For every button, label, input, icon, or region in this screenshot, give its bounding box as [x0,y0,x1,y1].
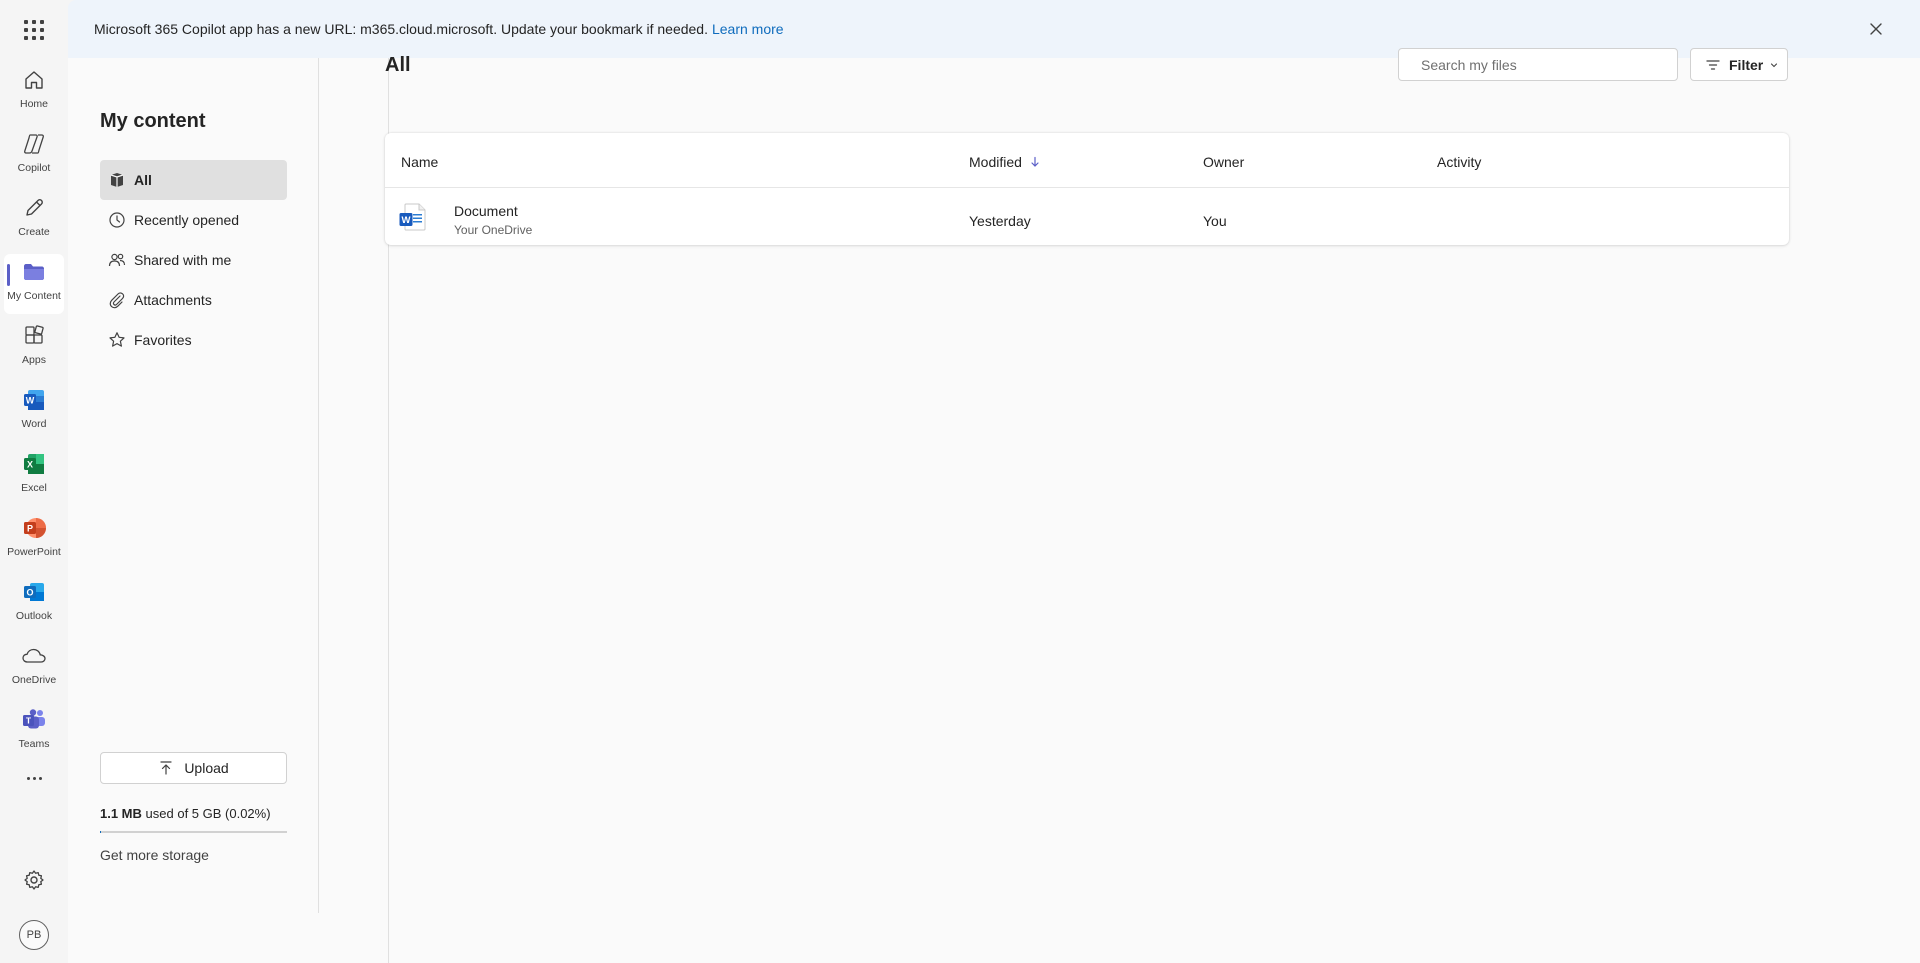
svg-text:P: P [27,524,33,534]
content-nav: My content All Recently opened Shared wi… [68,58,319,913]
column-header-activity[interactable]: Activity [1437,154,1481,170]
column-header-label: Modified [969,154,1022,170]
all-files-icon [108,171,126,189]
upload-label: Upload [184,760,229,776]
storage-usage: 1.1 MB used of 5 GB (0.02%) [100,806,271,821]
column-header-label: Owner [1203,154,1245,170]
rail-item-label: Copilot [17,162,51,174]
rail-item-outlook[interactable]: O Outlook [0,574,68,634]
column-header-modified[interactable]: Modified [969,154,1040,170]
nav-item-favorites[interactable]: Favorites [100,320,287,360]
rail-item-teams[interactable]: T Teams [0,702,68,762]
more-apps-icon[interactable] [0,766,68,790]
rail-item-label: PowerPoint [7,546,61,558]
storage-progress-fill [100,831,101,833]
folder-icon [20,258,48,286]
page-title: All [385,54,411,76]
rail-item-create[interactable]: Create [0,190,68,250]
nav-item-label: Shared with me [134,252,232,268]
storage-used: 1.1 MB [100,806,142,821]
search-input[interactable] [1398,48,1678,81]
column-header-label: Name [401,154,439,170]
rail-item-label: Excel [21,482,47,494]
app-rail: Home Copilot Create My Content Apps W Wo… [0,0,68,963]
files-table: Name Modified Owner Activity W Document … [385,133,1789,245]
nav-item-label: Favorites [134,332,192,348]
outlook-icon: O [20,578,48,606]
nav-item-label: All [134,172,152,188]
pen-icon [20,194,48,222]
svg-text:O: O [26,588,33,598]
get-more-storage-link[interactable]: Get more storage [100,847,209,863]
nav-title: My content [100,110,206,132]
star-icon [108,331,126,349]
svg-text:W: W [402,215,411,226]
column-header-owner[interactable]: Owner [1203,154,1244,170]
rail-item-my-content[interactable]: My Content [4,254,64,314]
nav-item-recently-opened[interactable]: Recently opened [100,200,287,240]
teams-icon: T [20,706,48,734]
filter-button[interactable]: Filter [1690,48,1788,81]
file-modified: Yesterday [969,213,1031,229]
rail-item-label: My Content [7,290,61,302]
table-header: Name Modified Owner Activity [385,133,1789,188]
rail-item-label: Teams [18,738,50,750]
rail-item-label: OneDrive [11,674,57,686]
file-location: Your OneDrive [454,223,533,237]
people-icon [108,251,126,269]
paperclip-icon [108,291,126,309]
rail-item-label: Word [21,418,47,430]
svg-text:X: X [27,460,33,470]
settings-icon[interactable] [20,866,48,894]
clock-icon [108,211,126,229]
rail-item-label: Apps [22,354,46,366]
upload-button[interactable]: Upload [100,752,287,784]
avatar[interactable]: PB [19,920,49,950]
rail-item-onedrive[interactable]: OneDrive [0,638,68,698]
chevron-down-icon [1769,60,1779,70]
rail-item-powerpoint[interactable]: P PowerPoint [0,510,68,570]
nav-item-label: Recently opened [134,212,240,228]
rail-item-label: Home [19,98,48,110]
nav-item-label: Attachments [134,292,212,308]
column-header-label: Activity [1437,154,1482,170]
storage-progress-bar [100,831,287,833]
word-icon: W [20,386,48,414]
sort-down-arrow-icon [1030,156,1040,168]
copilot-icon [20,130,48,158]
filter-icon [1705,57,1721,73]
nav-item-all[interactable]: All [100,160,287,200]
file-owner: You [1203,213,1227,229]
excel-icon: X [20,450,48,478]
nav-item-shared-with-me[interactable]: Shared with me [100,240,287,280]
storage-rest: used of 5 GB (0.02%) [145,806,271,821]
svg-text:W: W [26,396,35,406]
table-row[interactable]: W Document Your OneDrive Yesterday You [385,189,1789,245]
nav-gutter [319,58,389,963]
rail-item-excel[interactable]: X Excel [0,446,68,506]
rail-item-label: Create [18,226,50,238]
onedrive-icon [20,642,48,670]
app-launcher-icon[interactable] [20,16,48,44]
filter-label: Filter [1729,56,1764,73]
apps-icon [20,322,48,350]
learn-more-link[interactable]: Learn more [712,21,784,37]
rail-item-word[interactable]: W Word [0,382,68,442]
banner-message: Microsoft 365 Copilot app has a new URL:… [94,21,708,37]
powerpoint-icon: P [20,514,48,542]
rail-item-label: Outlook [15,610,53,622]
home-icon [20,66,48,94]
rail-item-apps[interactable]: Apps [0,318,68,378]
upload-icon [160,761,172,775]
column-header-name[interactable]: Name [401,154,438,170]
file-name[interactable]: Document [454,203,518,219]
nav-item-attachments[interactable]: Attachments [100,280,287,320]
word-document-icon: W [398,202,428,232]
close-icon[interactable] [1866,19,1886,39]
rail-item-copilot[interactable]: Copilot [0,126,68,186]
svg-text:T: T [26,716,32,726]
rail-item-home[interactable]: Home [0,62,68,122]
